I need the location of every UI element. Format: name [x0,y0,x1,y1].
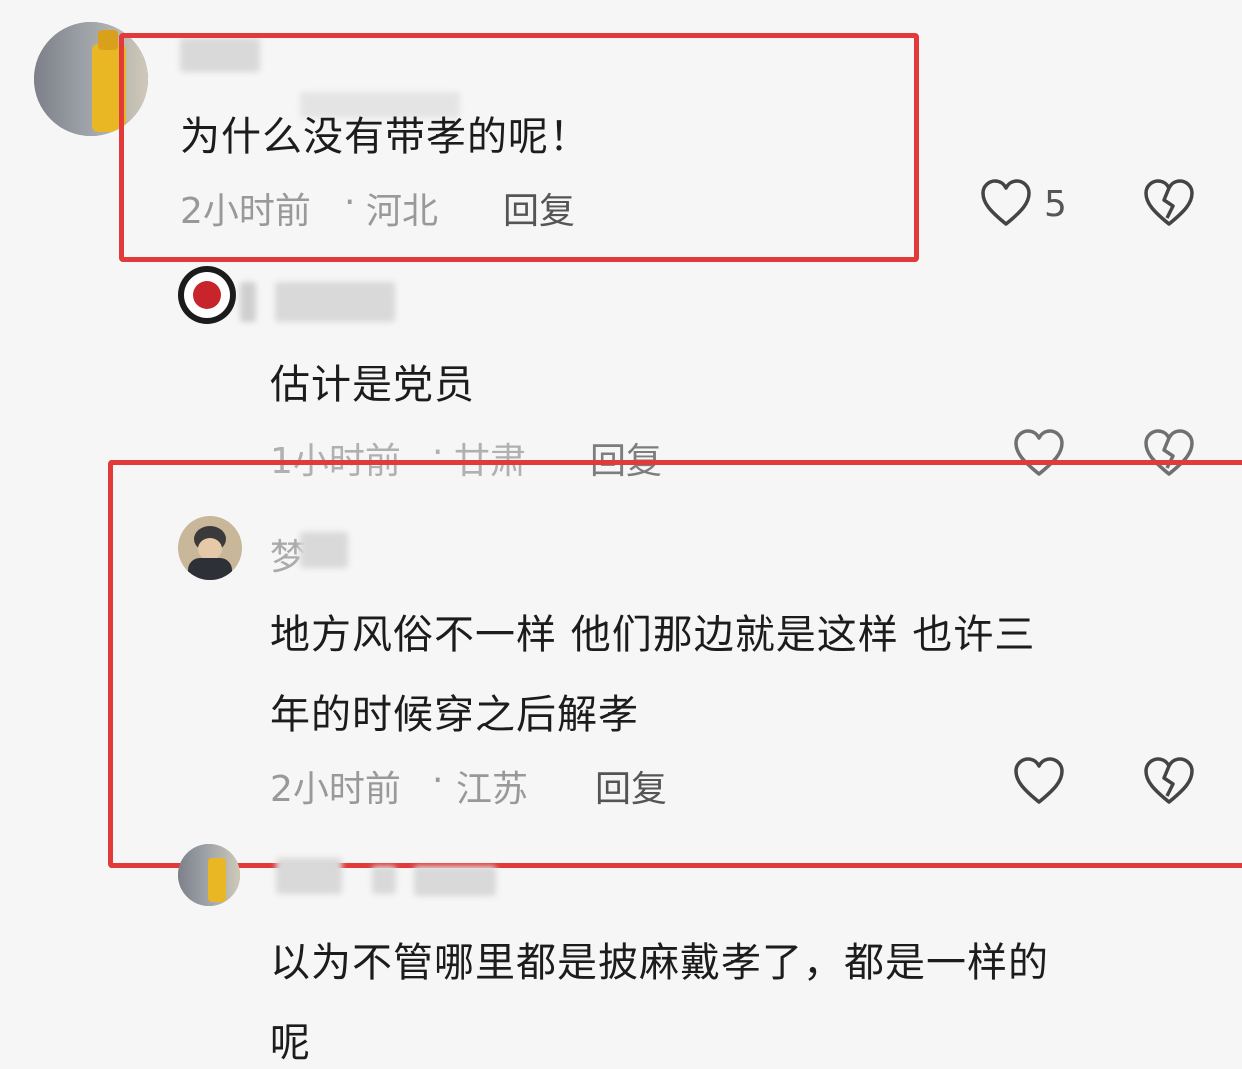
comment-text-line2: 年的时候穿之后解孝 [270,692,639,738]
comment-text-line2: 呢 [270,1020,311,1066]
username-blurred [414,866,496,896]
username-blurred [300,532,348,568]
comment-time: 2小时前 [270,769,401,810]
heart-outline-icon[interactable] [980,178,1032,228]
broken-heart-icon[interactable] [1143,178,1195,228]
username-blurred [276,858,342,894]
heart-outline-icon[interactable] [1013,756,1065,806]
highlight-frame [119,33,919,262]
like-count: 5 [1044,184,1067,225]
broken-heart-icon[interactable] [1143,756,1195,806]
username-blurred [275,282,395,322]
reply-button[interactable]: 回复 [595,760,667,812]
username-blurred [240,282,256,322]
avatar[interactable] [178,516,242,580]
comment-text-line1: 以为不管哪里都是披麻戴孝了，都是一样的 [270,940,1049,986]
meta-separator: · [432,760,444,801]
avatar[interactable] [178,844,240,906]
comment-text: 估计是党员 [270,362,475,408]
comment-text-line1: 地方风俗不一样 他们那边就是这样 也许三 [270,612,1036,658]
comment-location: 江苏 [456,769,529,810]
username-blurred [372,866,396,894]
avatar[interactable] [178,266,236,324]
